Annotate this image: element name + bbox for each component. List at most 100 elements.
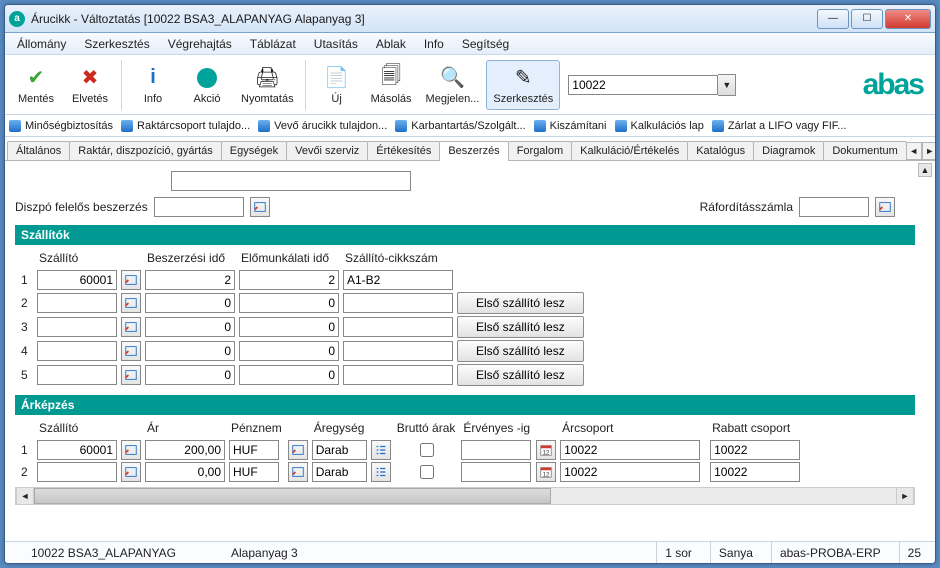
quick-minosegbiztositas[interactable]: Minőségbiztosítás [9, 120, 113, 132]
tab-vevo-szerviz[interactable]: Vevői szerviz [286, 141, 368, 160]
supplier-itemno-input[interactable] [343, 270, 453, 290]
expense-lookup[interactable] [875, 197, 895, 217]
supplier-itemno-input[interactable] [343, 293, 453, 313]
rabatt-input[interactable] [710, 462, 800, 482]
prep-time-input[interactable] [239, 293, 339, 313]
make-first-supplier-button[interactable]: Első szállító lesz [457, 316, 584, 338]
supplier-lookup[interactable] [121, 341, 141, 361]
action-button[interactable]: Akció [180, 60, 234, 110]
price-input[interactable] [145, 440, 225, 460]
close-button[interactable]: ✕ [885, 9, 931, 29]
tab-altalanos[interactable]: Általános [7, 141, 70, 160]
procurement-time-input[interactable] [145, 317, 235, 337]
unit-list[interactable] [371, 462, 391, 482]
tab-diagramok[interactable]: Diagramok [753, 141, 824, 160]
menu-vegrehajtas[interactable]: Végrehajtás [160, 35, 240, 53]
calendar-button[interactable]: 12 [536, 462, 556, 482]
supplier-input[interactable] [37, 341, 117, 361]
supplier-input[interactable] [37, 293, 117, 313]
menu-utasitas[interactable]: Utasítás [306, 35, 366, 53]
p-supplier-lookup[interactable] [121, 462, 141, 482]
scroll-up-button[interactable]: ▲ [918, 163, 932, 177]
menu-segitseg[interactable]: Segítség [454, 35, 517, 53]
unit-list[interactable] [371, 440, 391, 460]
quick-zarlat-lifo[interactable]: Zárlat a LIFO vagy FIF... [712, 120, 847, 132]
valid-until-input[interactable] [461, 440, 531, 460]
hscroll-thumb[interactable] [34, 488, 551, 504]
new-button[interactable]: 📄Új [310, 60, 364, 110]
id-combo-input[interactable] [568, 75, 718, 95]
quick-karbantartas[interactable]: Karbantartás/Szolgált... [395, 120, 525, 132]
supplier-input[interactable] [37, 270, 117, 290]
discard-button[interactable]: ✖Elvetés [63, 60, 117, 110]
supplier-lookup[interactable] [121, 293, 141, 313]
supplier-input[interactable] [37, 317, 117, 337]
tab-beszerzes[interactable]: Beszerzés [439, 141, 508, 161]
gross-checkbox[interactable] [420, 443, 434, 457]
info-button[interactable]: iInfo [126, 60, 180, 110]
p-supplier-lookup[interactable] [121, 440, 141, 460]
tab-dokumentum[interactable]: Dokumentum [823, 141, 906, 160]
tab-forgalom[interactable]: Forgalom [508, 141, 572, 160]
supplier-lookup[interactable] [121, 365, 141, 385]
make-first-supplier-button[interactable]: Első szállító lesz [457, 292, 584, 314]
view-button[interactable]: 🔍Megjelen... [419, 60, 487, 110]
quick-vevo-arucikk[interactable]: Vevő árucikk tulajdon... [258, 120, 387, 132]
id-combo[interactable]: ▼ [568, 74, 736, 96]
procurement-time-input[interactable] [145, 365, 235, 385]
pricegroup-input[interactable] [560, 440, 700, 460]
currency-lookup[interactable] [288, 462, 308, 482]
tab-scroll-right[interactable]: ► [922, 142, 936, 160]
menu-tablazat[interactable]: Táblázat [242, 35, 304, 53]
hscroll-right[interactable]: ► [896, 488, 914, 504]
tab-scroll-left[interactable]: ◄ [906, 142, 922, 160]
p-supplier-input[interactable] [37, 462, 117, 482]
supplier-itemno-input[interactable] [343, 365, 453, 385]
minimize-button[interactable]: — [817, 9, 849, 29]
supplier-input[interactable] [37, 365, 117, 385]
maximize-button[interactable]: ☐ [851, 9, 883, 29]
prep-time-input[interactable] [239, 317, 339, 337]
supplier-itemno-input[interactable] [343, 317, 453, 337]
horizontal-scrollbar[interactable]: ◄ ► [15, 487, 915, 505]
make-first-supplier-button[interactable]: Első szállító lesz [457, 364, 584, 386]
save-button[interactable]: ✔Mentés [9, 60, 63, 110]
valid-until-input[interactable] [461, 462, 531, 482]
p-supplier-input[interactable] [37, 440, 117, 460]
quick-kiszamitani[interactable]: Kiszámítani [534, 120, 607, 132]
gross-checkbox[interactable] [420, 465, 434, 479]
print-button[interactable]: 🖨Nyomtatás [234, 60, 301, 110]
procurement-time-input[interactable] [145, 341, 235, 361]
top-field[interactable] [171, 171, 411, 191]
procurement-time-input[interactable] [145, 293, 235, 313]
currency-lookup[interactable] [288, 440, 308, 460]
menu-info[interactable]: Info [416, 35, 452, 53]
expense-input[interactable] [799, 197, 869, 217]
prep-time-input[interactable] [239, 270, 339, 290]
pricegroup-input[interactable] [560, 462, 700, 482]
calendar-button[interactable]: 12 [536, 440, 556, 460]
currency-input[interactable] [229, 462, 279, 482]
price-input[interactable] [145, 462, 225, 482]
tab-katalogus[interactable]: Katalógus [687, 141, 754, 160]
tab-kalkulacio[interactable]: Kalkuláció/Értékelés [571, 141, 688, 160]
hscroll-left[interactable]: ◄ [16, 488, 34, 504]
menu-allomany[interactable]: Állomány [9, 35, 74, 53]
price-unit-input[interactable] [312, 440, 367, 460]
procurement-time-input[interactable] [145, 270, 235, 290]
quick-raktarcsoport[interactable]: Raktárcsoport tulajdo... [121, 120, 250, 132]
prep-time-input[interactable] [239, 365, 339, 385]
menu-ablak[interactable]: Ablak [368, 35, 414, 53]
tab-ertekesites[interactable]: Értékesítés [367, 141, 440, 160]
dispo-input[interactable] [154, 197, 244, 217]
copy-button[interactable]: 🗐Másolás [364, 60, 419, 110]
price-unit-input[interactable] [312, 462, 367, 482]
supplier-itemno-input[interactable] [343, 341, 453, 361]
menu-szerkesztes[interactable]: Szerkesztés [76, 35, 157, 53]
prep-time-input[interactable] [239, 341, 339, 361]
rabatt-input[interactable] [710, 440, 800, 460]
chevron-down-icon[interactable]: ▼ [718, 74, 736, 96]
currency-input[interactable] [229, 440, 279, 460]
quick-kalkulacios-lap[interactable]: Kalkulációs lap [615, 120, 704, 132]
dispo-lookup[interactable] [250, 197, 270, 217]
